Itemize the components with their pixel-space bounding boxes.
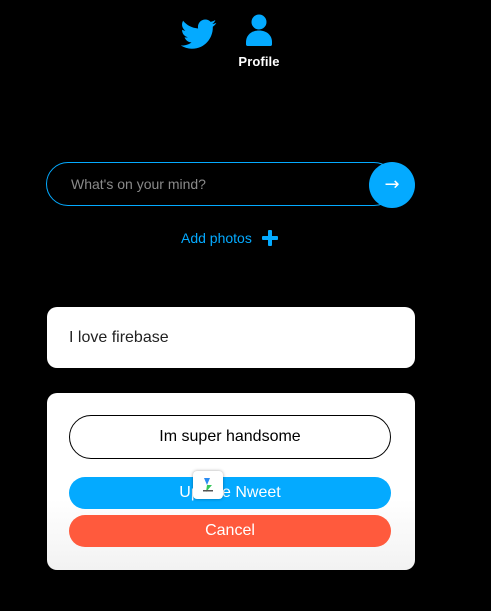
edit-nweet-input[interactable] <box>69 415 391 459</box>
nweet-text: I love firebase <box>69 328 169 346</box>
arrow-right-icon: → <box>384 174 400 195</box>
user-icon <box>246 14 272 46</box>
cancel-button[interactable]: Cancel <box>69 515 391 547</box>
update-nweet-button[interactable]: Update Nweet <box>69 477 391 509</box>
edit-nweet-card: Update Nweet Cancel <box>47 393 415 570</box>
add-photos-button[interactable]: Add photos <box>181 230 278 246</box>
nweet-composer: → <box>46 162 416 208</box>
top-nav: Profile <box>0 12 491 72</box>
page: Profile → Add photos I love firebase Upd… <box>0 0 491 611</box>
home-link[interactable] <box>180 16 217 52</box>
submit-nweet-button[interactable]: → <box>369 162 415 208</box>
profile-link[interactable]: Profile <box>232 14 286 72</box>
nweet-input[interactable] <box>46 162 396 206</box>
plus-icon <box>261 230 278 246</box>
nweet-item: I love firebase <box>47 307 415 368</box>
badge-glyph-icon <box>203 478 213 492</box>
profile-label: Profile <box>238 54 280 69</box>
twitter-bird-icon <box>180 19 217 49</box>
add-photos-label: Add photos <box>181 230 252 246</box>
app-badge-icon[interactable] <box>193 471 223 499</box>
